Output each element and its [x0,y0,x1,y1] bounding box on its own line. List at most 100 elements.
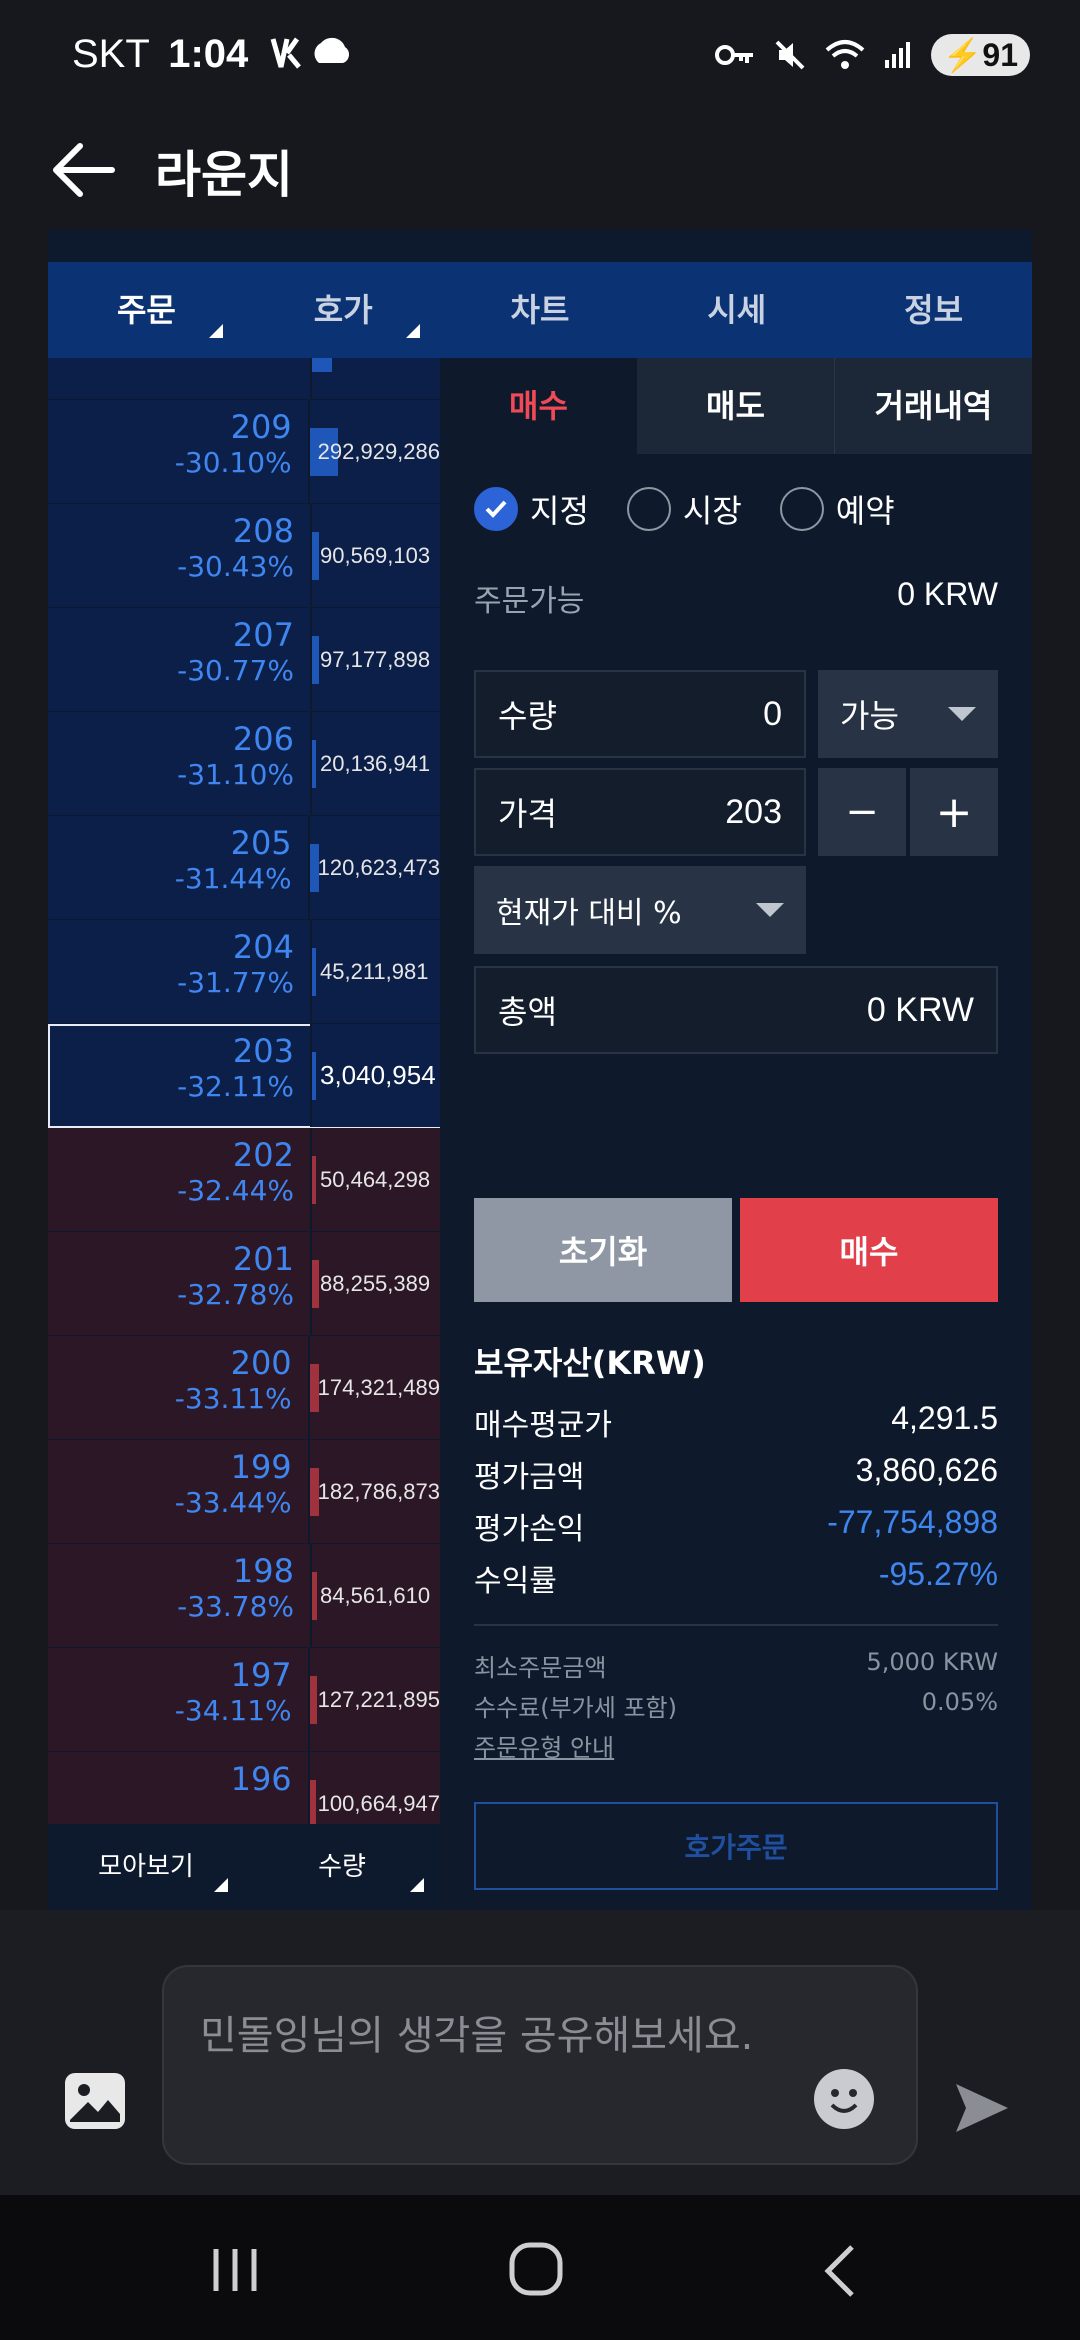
orderbook-row[interactable]: 205 -31.44% 120,623,473 [48,816,440,920]
tab-order[interactable]: 주문 [48,262,245,358]
total-field[interactable]: 총액 0 KRW [474,966,998,1054]
orderbook-row[interactable]: 208 -30.43% 90,569,103 [48,504,440,608]
price-mode-select[interactable]: 현재가 대비 % [474,866,806,954]
tab-buy[interactable]: 매수 [440,358,637,454]
min-order-value: 5,000 KRW [866,1648,998,1676]
orderbook-qty: 45,211,981 [320,958,429,984]
orderbook-row[interactable]: 199 -33.44% 182,786,873 [48,1440,440,1544]
orderbook-row[interactable]: 209 -30.10% 292,929,286 [48,400,440,504]
orderbook-qty: 182,786,873 [317,1478,440,1504]
qty-mode-button[interactable]: 수량 [244,1824,440,1910]
orderbook-row[interactable]: 196 100,664,947 [48,1752,440,1824]
orderbook-price: 206 [232,720,294,758]
view-mode-button[interactable]: 모아보기 [48,1824,244,1910]
orderbook-row[interactable]: 204 -31.77% 45,211,981 [48,920,440,1024]
comment-bar: 민돌잉님의 생각을 공유해보세요. [0,1910,1080,2195]
orderbook-qty-cell [310,358,440,399]
orderbook-row[interactable]: 203 -32.11% 3,040,954 [48,1024,440,1128]
orderbook-price: 196 [230,1760,292,1798]
orderbook-qty-cell: 127,221,895 [307,1648,440,1751]
tab-quotes[interactable]: 시세 [638,262,835,358]
orderbook-qty: 292,929,286 [317,438,440,464]
tab-history[interactable]: 거래내역 [834,358,1032,454]
orderbook-row[interactable]: 201 -32.78% 88,255,389 [48,1232,440,1336]
back-nav-icon[interactable] [820,2243,860,2299]
orderbook-qty: 20,136,941 [320,750,431,776]
orderbook-qty-cell: 45,211,981 [310,920,440,1023]
orderbook-price: 209 [230,408,292,446]
home-icon[interactable] [508,2241,564,2297]
price-minus-button[interactable]: − [818,768,906,856]
orderbook[interactable]: -29.77%209-30.10%292,929,286208-30.43%90… [48,358,440,1824]
unchecked-circle-icon [626,487,671,531]
hoga-order-button[interactable]: 호가주문 [474,1802,998,1890]
tab-orderbook[interactable]: 호가 [245,262,442,358]
tab-sell[interactable]: 매도 [637,358,834,454]
orderbook-row[interactable]: 202 -32.44% 50,464,298 [48,1128,440,1232]
volume-bar [312,532,319,580]
qty-mode-label: 수량 [318,1852,366,1882]
radio-limit[interactable]: 지정 [474,486,589,532]
price-plus-button[interactable]: + [910,768,998,856]
send-icon[interactable] [952,2080,1012,2136]
available-value: 0 KRW [897,576,998,612]
quantity-value: 0 [763,694,782,733]
orderbook-qty-cell: 20,136,941 [310,712,440,815]
order-type-guide-link[interactable]: 주문유형 안내 [474,1728,614,1763]
orderbook-price: 200 [230,1344,292,1382]
orderbook-price: 207 [232,616,294,654]
orderbook-qty-cell: 120,623,473 [307,816,440,919]
price-field[interactable]: 가격 203 [474,768,806,856]
chevron-down-icon [948,707,976,721]
orderbook-qty-cell: 97,177,898 [310,608,440,711]
orderbook-price-cell: 207 -30.77% [48,608,310,711]
tab-chart[interactable]: 차트 [442,262,639,358]
quantity-option-select[interactable]: 가능 [818,670,998,758]
orderbook-row[interactable]: 198 -33.78% 84,561,610 [48,1544,440,1648]
radio-market[interactable]: 시장 [626,486,742,532]
price-label: 가격 [498,795,557,833]
orderbook-row[interactable]: 200 -33.11% 174,321,489 [48,1336,440,1440]
comment-input[interactable]: 민돌잉님의 생각을 공유해보세요. [162,1965,918,2165]
orderbook-price-cell: 203 -32.11% [48,1024,310,1127]
radio-label: 지정 [530,492,589,530]
orderbook-price-cell: 204 -31.77% [48,920,310,1023]
buy-button[interactable]: 매수 [740,1198,998,1302]
volume-bar [312,948,316,996]
orderbook-price: 204 [232,928,294,966]
plus-icon: + [935,786,973,838]
orderbook-row[interactable]: 207 -30.77% 97,177,898 [48,608,440,712]
reset-button[interactable]: 초기화 [474,1198,732,1302]
orderbook-price-cell: 199 -33.44% [48,1440,308,1543]
back-arrow-icon[interactable] [50,140,116,200]
orderbook-change: -33.78% [177,1590,294,1623]
orderbook-row[interactable]: 197 -34.11% 127,221,895 [48,1648,440,1752]
orderbook-price-cell: 205 -31.44% [48,816,308,919]
tab-info[interactable]: 정보 [835,262,1032,358]
orderbook-price: 198 [232,1552,294,1590]
orderbook-qty-cell: 3,040,954 [310,1024,440,1127]
dropdown-corner-icon [208,324,223,338]
image-attach-icon[interactable] [62,2070,128,2132]
recent-apps-icon[interactable] [210,2245,260,2295]
battery-indicator: ⚡91 [930,34,1030,76]
tab-label: 정보 [904,291,964,329]
orderbook-row[interactable]: -29.77% [48,358,440,400]
orderbook-change: -32.78% [177,1278,294,1311]
emoji-icon[interactable] [812,2067,876,2131]
wifi-icon [825,40,864,69]
orderbook-price-cell: 200 -33.11% [48,1336,308,1439]
notification-icons [270,37,350,69]
orderbook-qty-cell: 90,569,103 [310,504,440,607]
radio-reserve[interactable]: 예약 [779,486,895,532]
carrier: SKT [72,32,150,76]
orderbook-change: -32.44% [177,1174,294,1207]
orderbook-qty: 100,664,947 [317,1790,440,1816]
orderbook-row[interactable]: 206 -31.10% 20,136,941 [48,712,440,816]
orderbook-qty: 50,464,298 [320,1166,431,1192]
orderbook-qty-cell: 50,464,298 [310,1128,440,1231]
quantity-field[interactable]: 수량 0 [474,670,806,758]
main-tabs: 주문 호가 차트 시세 정보 [48,262,1032,358]
dropdown-corner-icon [214,1878,228,1892]
quantity-label: 수량 [498,697,557,735]
